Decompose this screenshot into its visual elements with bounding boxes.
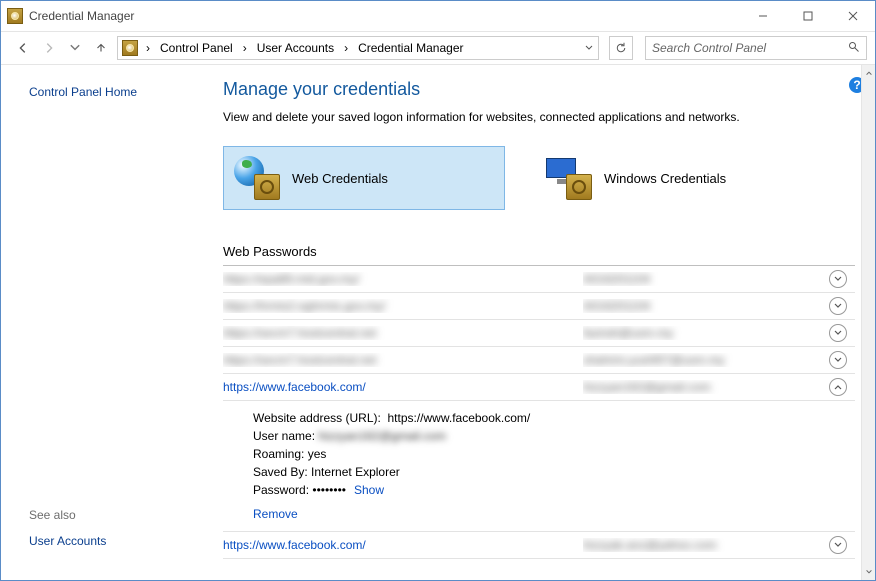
- credential-row[interactable]: https://secm7.hostcentral.net shahrini.y…: [223, 347, 855, 374]
- nav-bar: › Control Panel › User Accounts › Creden…: [1, 31, 875, 65]
- window-title: Credential Manager: [29, 9, 134, 23]
- detail-savedby-label: Saved By:: [253, 465, 308, 479]
- credential-row[interactable]: https://hrmis2.eghrmis.gov.my/ A01620110…: [223, 293, 855, 320]
- tab-label: Web Credentials: [292, 171, 388, 186]
- detail-url-label: Website address (URL):: [253, 411, 381, 425]
- expand-button[interactable]: [829, 536, 847, 554]
- page-title: Manage your credentials: [223, 79, 855, 100]
- content-area: ? Manage your credentials View and delet…: [201, 65, 875, 580]
- credential-url: https://epa89.mid.gov.my/: [223, 272, 360, 286]
- address-bar[interactable]: › Control Panel › User Accounts › Creden…: [117, 36, 599, 60]
- credential-user: hizzyak.anz@yahoo.com: [583, 538, 717, 552]
- refresh-button[interactable]: [609, 36, 633, 60]
- close-button[interactable]: [830, 2, 875, 31]
- credential-user: shahrini.yushf07@usm.my: [583, 353, 725, 367]
- title-bar: Credential Manager: [1, 1, 875, 31]
- expand-button[interactable]: [829, 351, 847, 369]
- credential-url: https://www.facebook.com/: [223, 380, 366, 394]
- detail-password-label: Password:: [253, 483, 309, 497]
- detail-url-value: https://www.facebook.com/: [388, 411, 531, 425]
- search-placeholder: Search Control Panel: [652, 41, 766, 55]
- credential-user: hizzyan162@gmail.com: [583, 380, 711, 394]
- minimize-button[interactable]: [740, 2, 785, 31]
- credential-user: A016201104: [583, 272, 650, 286]
- credential-row[interactable]: https://secm7.hostcentral.net fazirah@us…: [223, 320, 855, 347]
- sidebar: Control Panel Home See also User Account…: [1, 65, 201, 580]
- detail-roaming-value: yes: [308, 447, 327, 461]
- credential-row[interactable]: https://www.facebook.com/ hizzyan162@gma…: [223, 374, 855, 401]
- credential-user: A016201104: [583, 299, 650, 313]
- tab-windows-credentials[interactable]: Windows Credentials: [535, 146, 817, 210]
- remove-link[interactable]: Remove: [253, 507, 298, 521]
- credential-url: https://hrmis2.eghrmis.gov.my/: [223, 299, 386, 313]
- show-password-link[interactable]: Show: [354, 483, 384, 497]
- chevron-down-icon[interactable]: [584, 43, 594, 53]
- search-input[interactable]: Search Control Panel: [645, 36, 867, 60]
- forward-button[interactable]: [39, 38, 59, 58]
- credential-url: https://www.facebook.com/: [223, 538, 366, 552]
- breadcrumb-item[interactable]: User Accounts: [253, 39, 338, 57]
- credential-url: https://secm7.hostcentral.net: [223, 326, 376, 340]
- back-button[interactable]: [13, 38, 33, 58]
- windows-credentials-icon: [546, 156, 592, 200]
- scroll-down-button[interactable]: [862, 564, 875, 580]
- address-icon: [122, 40, 138, 56]
- control-panel-home-link[interactable]: Control Panel Home: [29, 85, 185, 99]
- app-icon: [7, 8, 23, 24]
- tab-web-credentials[interactable]: Web Credentials: [223, 146, 505, 210]
- credential-detail: Website address (URL): https://www.faceb…: [223, 401, 855, 532]
- web-credentials-icon: [234, 156, 280, 200]
- collapse-button[interactable]: [829, 378, 847, 396]
- expand-button[interactable]: [829, 270, 847, 288]
- credential-user: fazirah@usm.my: [583, 326, 673, 340]
- maximize-button[interactable]: [785, 2, 830, 31]
- chevron-right-icon[interactable]: ›: [340, 39, 352, 57]
- breadcrumb-item[interactable]: Credential Manager: [354, 39, 467, 57]
- breadcrumb-item[interactable]: Control Panel: [156, 39, 237, 57]
- expand-button[interactable]: [829, 324, 847, 342]
- detail-user-label: User name:: [253, 429, 315, 443]
- chevron-right-icon[interactable]: ›: [142, 39, 154, 57]
- credential-row[interactable]: https://www.facebook.com/ hizzyak.anz@ya…: [223, 532, 855, 559]
- section-title: Web Passwords: [223, 244, 855, 266]
- chevron-right-icon[interactable]: ›: [239, 39, 251, 57]
- credential-url: https://secm7.hostcentral.net: [223, 353, 376, 367]
- detail-savedby-value: Internet Explorer: [311, 465, 400, 479]
- breadcrumb: › Control Panel › User Accounts › Creden…: [142, 39, 580, 57]
- user-accounts-link[interactable]: User Accounts: [29, 534, 185, 548]
- scrollbar[interactable]: [861, 65, 875, 580]
- detail-roaming-label: Roaming:: [253, 447, 304, 461]
- search-icon[interactable]: [848, 41, 860, 56]
- detail-user-value: hizzyan162@gmail.com: [318, 429, 446, 443]
- expand-button[interactable]: [829, 297, 847, 315]
- scroll-up-button[interactable]: [862, 65, 875, 81]
- credential-row[interactable]: https://epa89.mid.gov.my/ A016201104: [223, 266, 855, 293]
- see-also-label: See also: [29, 508, 185, 522]
- recent-locations-button[interactable]: [65, 38, 85, 58]
- up-button[interactable]: [91, 38, 111, 58]
- detail-password-value: ••••••••: [312, 483, 346, 497]
- tab-label: Windows Credentials: [604, 171, 726, 186]
- page-description: View and delete your saved logon informa…: [223, 110, 855, 124]
- credential-list: https://epa89.mid.gov.my/ A016201104 htt…: [223, 266, 855, 559]
